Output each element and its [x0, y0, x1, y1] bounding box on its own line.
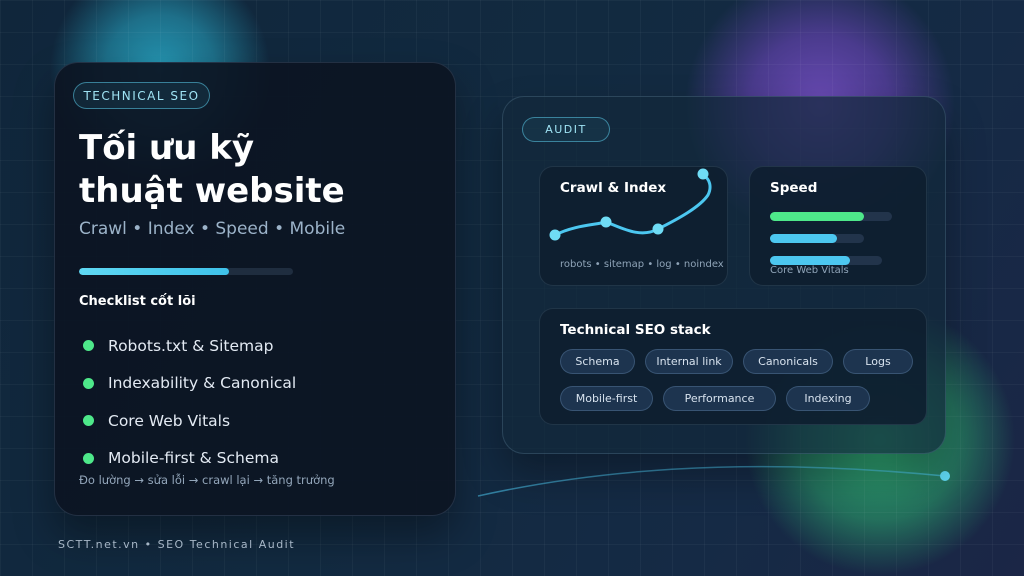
- crawl-point: [697, 168, 709, 180]
- green-dot-icon: [83, 415, 94, 427]
- green-dot-icon: [83, 377, 94, 389]
- chip-indexing: Indexing: [786, 386, 870, 411]
- speed-caption: Core Web Vitals: [770, 265, 849, 276]
- speed-title: Speed: [770, 180, 818, 196]
- checklist-item: Robots.txt & Sitemap: [83, 327, 296, 365]
- chip-mobile-first: Mobile-first: [560, 386, 653, 411]
- checklist-item-label: Core Web Vitals: [108, 411, 231, 430]
- crawl-index-caption: robots • sitemap • log • noindex: [560, 259, 724, 270]
- checklist-item-label: Robots.txt & Sitemap: [108, 336, 274, 355]
- speed-bar-2: [770, 234, 864, 243]
- speed-bar-fill: [770, 234, 837, 243]
- crawl-point: [549, 229, 561, 241]
- crawl-index-title: Crawl & Index: [560, 180, 667, 196]
- chip-performance: Performance: [663, 386, 776, 411]
- page-title: Tối ưu kỹ thuật website: [79, 127, 439, 213]
- subtitle: Crawl • Index • Speed • Mobile: [79, 219, 346, 239]
- audit-card: AUDIT Crawl & Index robots • sitemap • l…: [502, 96, 946, 454]
- chip-row: Mobile-first Performance Indexing: [560, 386, 920, 411]
- technical-seo-card: TECHNICAL SEO Tối ưu kỹ thuật website Cr…: [54, 62, 456, 516]
- speed-panel: Speed Core Web Vitals: [749, 166, 927, 286]
- crawl-point: [652, 223, 664, 235]
- green-dot-icon: [83, 452, 94, 464]
- checklist-item: Indexability & Canonical: [83, 365, 296, 403]
- progress-bar: [79, 268, 293, 275]
- stack-title: Technical SEO stack: [560, 322, 711, 338]
- chip-internal-link: Internal link: [645, 349, 733, 374]
- title-line-2: thuật website: [79, 171, 345, 211]
- crawl-index-panel: Crawl & Index robots • sitemap • log • n…: [539, 166, 728, 286]
- checklist-item: Mobile-first & Schema: [83, 440, 296, 478]
- crawl-point: [600, 216, 612, 228]
- checklist-item-label: Indexability & Canonical: [108, 374, 297, 393]
- checklist-heading: Checklist cốt lõi: [79, 294, 196, 309]
- speed-bar-fill: [770, 212, 864, 221]
- chip-row: Schema Internal link Canonicals Logs: [560, 349, 920, 374]
- checklist: Robots.txt & Sitemap Indexability & Cano…: [83, 327, 296, 477]
- stack-chips: Schema Internal link Canonicals Logs Mob…: [560, 349, 920, 423]
- speed-bar-1: [770, 212, 892, 221]
- audit-tag: AUDIT: [522, 117, 610, 142]
- checklist-item-label: Mobile-first & Schema: [108, 449, 279, 468]
- checklist-item: Core Web Vitals: [83, 402, 296, 440]
- progress-bar-fill: [79, 268, 229, 275]
- title-line-1: Tối ưu kỹ: [79, 128, 255, 168]
- chip-canonicals: Canonicals: [743, 349, 833, 374]
- technical-seo-stack-panel: Technical SEO stack Schema Internal link…: [539, 308, 927, 425]
- workflow-note: Đo lường → sửa lỗi → crawl lại → tăng tr…: [79, 473, 335, 487]
- technical-seo-tag: TECHNICAL SEO: [73, 82, 210, 109]
- speed-bar-3: [770, 256, 882, 265]
- green-dot-icon: [83, 340, 94, 352]
- chip-logs: Logs: [843, 349, 913, 374]
- chip-schema: Schema: [560, 349, 635, 374]
- brand-footer: SCTT.net.vn • SEO Technical Audit: [58, 538, 296, 551]
- speed-bar-fill: [770, 256, 850, 265]
